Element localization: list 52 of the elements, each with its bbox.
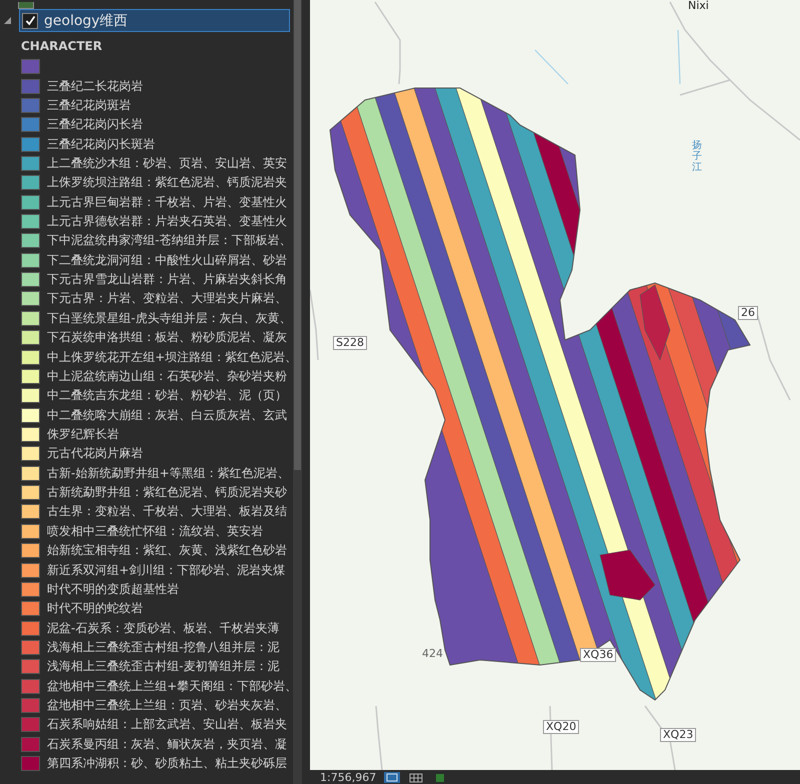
road-shield: 26	[738, 306, 758, 320]
grid-icon[interactable]	[408, 772, 424, 782]
legend-label: 上元古界德钦岩群：片岩夹石英岩、变基性火	[47, 213, 287, 230]
legend-label: 泥盆-石炭系：变质砂岩、板岩、千枚岩夹薄	[47, 620, 280, 637]
road-shield: S228	[333, 336, 367, 350]
legend-label: 第四系冲湖积：砂、砂质粘土、粘土夹砂砾层	[47, 755, 287, 772]
legend-label: 中二叠统喀大崩组：灰岩、白云质灰岩、玄武	[47, 406, 287, 424]
legend-label: 元古代花岗片麻岩	[47, 445, 143, 462]
layout-icon[interactable]	[384, 772, 400, 782]
legend-label: 下元古界：片岩、变粒岩、大理岩夹片麻岩、	[47, 290, 287, 308]
expand-icon[interactable]	[4, 17, 11, 24]
legend-label: 三叠纪花岗闪长岩	[47, 116, 143, 134]
legend-label: 上二叠统沙木组：砂岩、页岩、安山岩、英安	[47, 154, 287, 172]
legend-label: 三叠纪花岗斑岩	[47, 96, 131, 114]
legend-label: 侏罗纪辉长岩	[47, 426, 119, 443]
legend-label: 上侏罗统坝注路组：紫红色泥岩、钙质泥岩夹	[47, 174, 287, 192]
layer-checkbox[interactable]	[22, 12, 38, 28]
legend-label: 盆地相中三叠统上兰组+攀天阁组：下部砂岩、	[47, 678, 298, 695]
legend-label: 喷发相中三叠统忙怀组：流纹岩、英安岩	[47, 522, 263, 540]
legend-label: 中二叠统吉东龙组：砂岩、粉砂岩、泥（页）	[47, 387, 287, 404]
legend-label: 新近系双河组+剑川组：下部砂岩、泥岩夹煤	[47, 562, 286, 579]
legend-label: 上元古界巨甸岩群：千枚岩、片岩、变基性火	[47, 194, 287, 211]
road-shield: XQ20	[543, 720, 580, 734]
field-heading: CHARACTER	[21, 39, 102, 53]
map-icon	[18, 2, 34, 9]
legend-label: 下白垩统景星组-虎头寺组并层：灰白、灰黄、	[47, 310, 292, 327]
legend-label: 三叠纪花岗闪长斑岩	[47, 136, 155, 153]
river-label: 扬子江	[692, 140, 702, 173]
legend-label: 古新-始新统勐野井组+等黑组：紫红色泥岩、	[47, 464, 290, 482]
legend-label: 浅海相上三叠统歪古村组-麦初箐组并层：泥	[47, 658, 280, 676]
legend-label: 下二叠统龙洞河组：中酸性火山碎屑岩、砂岩	[47, 252, 287, 269]
legend-label: 石炭系响姑组：上部玄武岩、安山岩、板岩夹	[47, 716, 287, 734]
elevation-label: 424	[422, 648, 443, 660]
legend-label: 始新统宝相寺组：紫红、灰黄、浅紫红色砂岩	[47, 542, 287, 560]
road-shield: XQ23	[660, 728, 696, 742]
legend-label: 三叠纪二长花岗岩	[47, 78, 143, 95]
scrollbar[interactable]	[293, 0, 302, 784]
legend-label: 浅海相上三叠统歪古村组-挖鲁八组并层：泥	[47, 638, 280, 656]
legend-label: 下中泥盆统冉家湾组-苍纳组并层：下部板岩、	[47, 232, 292, 250]
legend-label: 下元古界雪龙山岩群：片岩、片麻岩夹斜长角	[47, 271, 287, 288]
map-scale[interactable]: 1:756,967	[320, 770, 376, 784]
legend-label: 古新统勐野井组：紫红色泥岩、钙质泥岩夹砂	[47, 484, 287, 502]
legend-label: 时代不明的变质超基性岩	[47, 580, 179, 598]
legend-label: 时代不明的蛇纹岩	[47, 600, 143, 618]
legend-label: 古生界：变粒岩、千枚岩、大理岩、板岩及结	[47, 503, 287, 520]
legend-label: 石炭系曼丙组：灰岩、鲕状灰岩，夹页岩、凝	[47, 736, 287, 753]
legend-label: 下石炭统申洛拱组：板岩、粉砂质泥岩、凝灰	[47, 329, 287, 346]
legend-label: 中上侏罗统花开左组+坝注路组：紫红色泥岩、	[47, 348, 298, 366]
legend-label: 中上泥盆统南边山组：石英砂岩、杂砂岩夹粉	[47, 368, 287, 385]
legend-label: 盆地相中三叠统上兰组：页岩、砂岩夹灰岩、	[47, 697, 287, 714]
road-shield: XQ36	[580, 648, 616, 662]
place-label: Nixi	[688, 0, 709, 12]
